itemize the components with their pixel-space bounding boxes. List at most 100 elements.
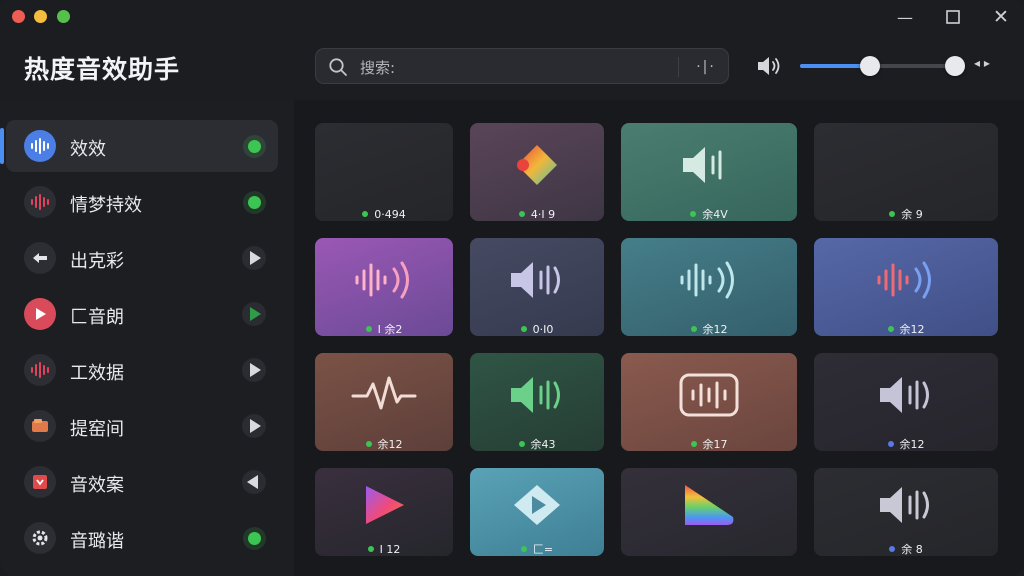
play-icon xyxy=(250,307,261,321)
card-caption: 4·I 9 xyxy=(470,207,604,221)
sound-card[interactable]: 余12 xyxy=(315,353,453,451)
sidebar-item[interactable]: 匚音朗 xyxy=(6,288,278,340)
card-caption: I 余2 xyxy=(315,322,453,336)
volume-knob[interactable] xyxy=(860,56,880,76)
card-caption: 余12 xyxy=(621,322,797,336)
speaker-waves-icon xyxy=(814,238,998,322)
speaker-waves-icon xyxy=(621,238,797,322)
sound-card[interactable] xyxy=(621,468,797,556)
minimize-button[interactable]: — xyxy=(892,6,918,28)
card-caption: I 12 xyxy=(315,542,453,556)
status-dot[interactable] xyxy=(242,190,266,214)
sound-card[interactable]: 余 8 xyxy=(814,468,998,556)
sound-card[interactable]: 0·I0 xyxy=(470,238,604,336)
search-bar[interactable]: 搜索: ·|· xyxy=(315,48,729,84)
gear-icon xyxy=(24,522,56,554)
search-divider xyxy=(678,57,679,77)
sound-card[interactable]: 余4V xyxy=(621,123,797,221)
card-caption: 余4V xyxy=(621,207,797,221)
sound-card[interactable]: 余12 xyxy=(814,353,998,451)
speaker-icon xyxy=(814,353,998,437)
waveform-icon xyxy=(24,354,56,386)
sidebar-item[interactable]: 工效据 xyxy=(6,344,278,396)
sound-card[interactable]: I 12 xyxy=(315,468,453,556)
speaker-waves-icon xyxy=(315,238,453,322)
card-caption-text: 4·I 9 xyxy=(530,207,556,221)
sound-card[interactable]: 0·494 xyxy=(315,123,453,221)
speaker-icon xyxy=(470,353,604,437)
sidebar-item[interactable]: 音效案 xyxy=(6,456,278,508)
card-caption: 0·I0 xyxy=(470,322,604,336)
play-button[interactable] xyxy=(242,302,266,326)
play-button[interactable] xyxy=(242,358,266,382)
sound-card[interactable]: 余12 xyxy=(621,238,797,336)
volume-slider[interactable] xyxy=(800,56,965,76)
card-caption-text: 余12 xyxy=(702,323,728,336)
title-bar: — ✕ xyxy=(0,0,1024,34)
waveform-icon xyxy=(24,130,56,162)
close-button[interactable]: ✕ xyxy=(988,6,1014,28)
card-caption-text: 0·I0 xyxy=(532,322,554,336)
sound-card[interactable]: 余 9 xyxy=(814,123,998,221)
sound-card[interactable]: 4·I 9 xyxy=(470,123,604,221)
status-indicator xyxy=(247,531,261,545)
zoom-traffic-light[interactable] xyxy=(57,10,70,23)
close-traffic-light[interactable] xyxy=(12,10,25,23)
status-indicator xyxy=(247,195,261,209)
status-dot[interactable] xyxy=(242,134,266,158)
sidebar-item[interactable]: 出克彩 xyxy=(6,232,278,284)
card-caption-text: 余 8 xyxy=(901,543,923,556)
status-dot xyxy=(690,441,697,447)
diamond-icon xyxy=(470,123,604,207)
maximize-icon xyxy=(946,10,960,24)
sidebar-item[interactable]: 情梦持效 xyxy=(6,176,278,228)
play-button[interactable] xyxy=(242,414,266,438)
volume-step-arrows[interactable]: ◂ ▸ xyxy=(974,56,990,70)
search-options-button[interactable]: ·|· xyxy=(688,55,724,79)
card-caption: 0·494 xyxy=(315,207,453,221)
status-dot xyxy=(520,326,527,332)
header: 热度音效助手 搜索: ·|· ◂ ▸ xyxy=(0,34,1024,100)
status-dot xyxy=(367,546,374,552)
sound-card[interactable]: 余17 xyxy=(621,353,797,451)
sidebar-item[interactable]: 提窑间 xyxy=(6,400,278,452)
sound-card[interactable]: I 余2 xyxy=(315,238,453,336)
sidebar-item[interactable]: 音璐谐 xyxy=(6,512,278,564)
box-icon xyxy=(24,466,56,498)
speaker-icon xyxy=(814,468,998,542)
status-dot xyxy=(362,211,369,217)
range-end-knob[interactable] xyxy=(945,56,965,76)
rainbow-triangle-icon xyxy=(621,468,797,542)
speaker-icon[interactable] xyxy=(756,54,782,78)
play-icon xyxy=(250,251,261,265)
arrow-left-icon xyxy=(24,242,56,274)
maximize-button[interactable] xyxy=(940,6,966,28)
sound-card[interactable]: 匚= xyxy=(470,468,604,556)
status-dot xyxy=(889,546,896,552)
status-dot xyxy=(520,546,527,552)
folder-icon xyxy=(24,410,56,442)
sound-card[interactable]: 余43 xyxy=(470,353,604,451)
card-caption-text: 余12 xyxy=(899,438,925,451)
card-caption: 余17 xyxy=(621,437,797,451)
card-caption-text: 余43 xyxy=(530,438,556,451)
card-caption-text: 余12 xyxy=(899,323,925,336)
sidebar-item[interactable]: 效效 xyxy=(0,120,278,172)
sound-card[interactable]: 余12 xyxy=(814,238,998,336)
sidebar-item-label: 工效据 xyxy=(70,363,124,384)
card-caption-text: 0·494 xyxy=(374,207,406,221)
status-indicator xyxy=(247,139,261,153)
search-input[interactable]: 搜索: xyxy=(360,57,395,78)
sidebar-item-label: 匚音朗 xyxy=(70,307,124,328)
minimize-traffic-light[interactable] xyxy=(34,10,47,23)
audio-frame-icon xyxy=(621,353,797,437)
card-caption-text: 余17 xyxy=(702,438,728,451)
play-button[interactable] xyxy=(242,246,266,270)
card-caption-text: 余4V xyxy=(702,208,728,221)
status-dot xyxy=(887,326,894,332)
card-caption: 余12 xyxy=(814,437,998,451)
back-button[interactable] xyxy=(242,470,266,494)
status-dot xyxy=(690,326,697,332)
status-dot[interactable] xyxy=(242,526,266,550)
card-caption: 余12 xyxy=(315,437,453,451)
